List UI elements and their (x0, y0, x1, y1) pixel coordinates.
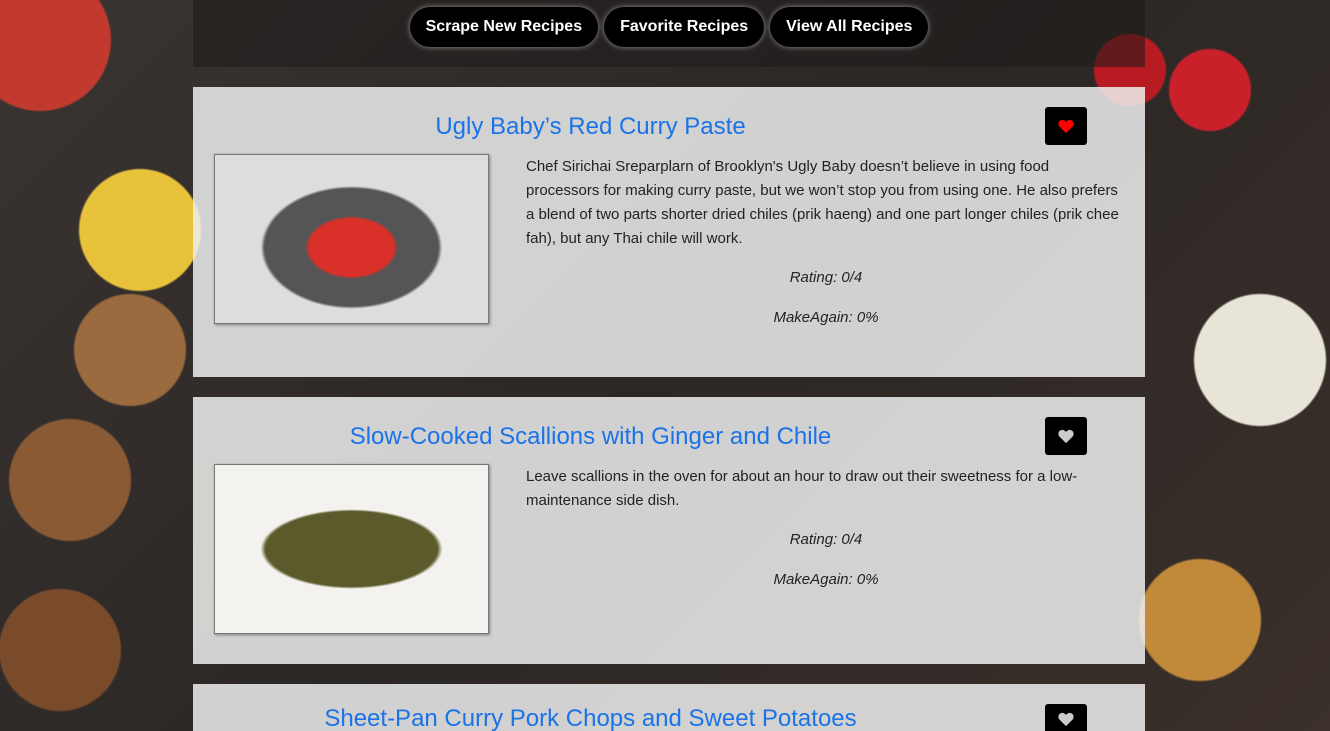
scrape-new-recipes-button[interactable]: Scrape New Recipes (409, 7, 599, 47)
favorite-button[interactable] (1045, 107, 1087, 145)
recipe-rating: Rating: 0/4 (789, 269, 863, 286)
recipe-title-link[interactable]: Sheet-Pan Curry Pork Chops and Sweet Pot… (193, 706, 988, 731)
heart-icon (1058, 119, 1074, 133)
recipe-make-again: MakeAgain: 0% (773, 309, 879, 326)
favorite-button[interactable] (1045, 417, 1087, 455)
heart-icon (1058, 712, 1074, 727)
view-all-recipes-button[interactable]: View All Recipes (770, 7, 929, 47)
recipe-make-again: MakeAgain: 0% (773, 571, 879, 588)
recipe-title-link[interactable]: Ugly Baby’s Red Curry Paste (193, 113, 988, 141)
recipe-rating: Rating: 0/4 (789, 531, 863, 548)
recipe-image[interactable] (214, 464, 489, 634)
heart-icon (1058, 429, 1074, 443)
recipe-image[interactable] (214, 154, 489, 324)
recipe-title-link[interactable]: Slow-Cooked Scallions with Ginger and Ch… (193, 423, 988, 451)
recipe-card: Sheet-Pan Curry Pork Chops and Sweet Pot… (193, 684, 1145, 731)
favorite-recipes-button[interactable]: Favorite Recipes (604, 7, 765, 47)
top-nav: Scrape New Recipes Favorite Recipes View… (193, 0, 1145, 67)
recipe-card: Slow-Cooked Scallions with Ginger and Ch… (193, 397, 1145, 664)
recipe-card: Ugly Baby’s Red Curry Paste Chef Siricha… (193, 87, 1145, 377)
recipe-description: Chef Sirichai Sreparplarn of Brooklyn's … (526, 158, 1119, 247)
favorite-button[interactable] (1045, 704, 1087, 731)
recipe-description: Leave scallions in the oven for about an… (526, 468, 1078, 509)
